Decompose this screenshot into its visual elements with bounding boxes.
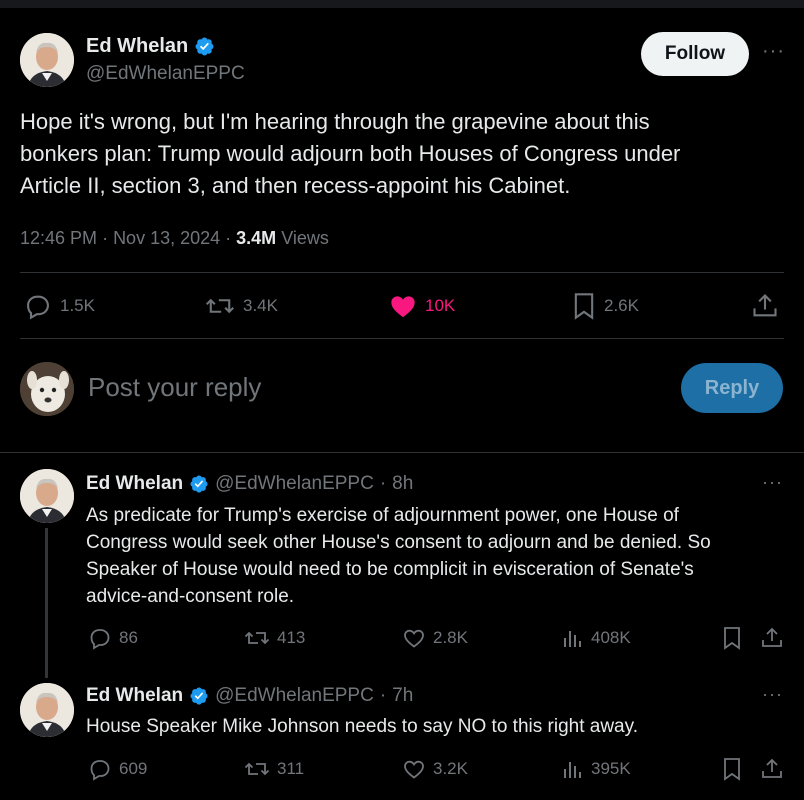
repost-action[interactable]: 311 (244, 757, 304, 781)
views-label: Views (281, 228, 329, 248)
reply-action[interactable]: 609 (88, 757, 147, 781)
repost-icon (244, 762, 270, 776)
more-icon[interactable]: ··· (762, 40, 785, 63)
current-user-avatar[interactable] (20, 362, 74, 416)
bookmark-action[interactable]: 2.6K (572, 292, 639, 320)
tweet-text-line: bonkers plan: Trump would adjourn both H… (20, 141, 681, 166)
tweet-text: Hope it's wrong, but I'm hearing through… (20, 106, 790, 202)
bookmark-count: 2.6K (604, 296, 639, 315)
reply-author-name[interactable]: Ed Whelan (86, 685, 183, 707)
bookmark-icon (724, 758, 740, 781)
bookmark-button[interactable] (722, 757, 742, 786)
reply-text: As predicate for Trump's exercise of adj… (86, 502, 786, 610)
share-icon (762, 627, 782, 647)
author-avatar[interactable] (20, 33, 74, 87)
heart-icon (404, 629, 424, 648)
repost-action[interactable]: 413 (244, 626, 305, 650)
tweet-time[interactable]: 12:46 PM (20, 228, 97, 248)
share-icon (762, 758, 782, 778)
bookmark-icon (724, 627, 740, 650)
more-icon[interactable]: ··· (762, 684, 783, 705)
reply-action[interactable]: 86 (88, 626, 138, 650)
views-icon (564, 631, 581, 647)
share-icon (753, 294, 777, 317)
verified-badge-icon (195, 37, 214, 55)
thread-line (45, 528, 48, 678)
reply-count: 609 (119, 759, 148, 778)
reply-icon (27, 295, 49, 320)
reply-text-line: As predicate for Trump's exercise of adj… (86, 505, 679, 526)
views-count: 408K (591, 628, 631, 647)
reply-count: 1.5K (60, 296, 95, 315)
author-name[interactable]: Ed Whelan (86, 35, 188, 58)
like-count: 2.8K (433, 628, 468, 647)
reply-author-handle[interactable]: @EdWhelanEPPC (215, 685, 374, 707)
reply-header: Ed Whelan @EdWhelanEPPC · 8h (86, 473, 414, 495)
repost-count: 413 (277, 628, 306, 647)
repost-icon (244, 631, 270, 645)
author-handle[interactable]: @EdWhelanEPPC (86, 63, 245, 85)
reply-text-line: House Speaker Mike Johnson needs to say … (86, 716, 638, 737)
reply-age[interactable]: 8h (392, 473, 413, 495)
like-action[interactable]: 3.2K (402, 757, 468, 781)
reply-icon (90, 760, 110, 781)
like-action[interactable]: 10K (389, 292, 455, 320)
reply-count: 86 (119, 628, 138, 647)
views-action[interactable]: 395K (562, 757, 631, 781)
bookmark-icon (574, 293, 594, 320)
like-action[interactable]: 2.8K (402, 626, 468, 650)
bookmark-button[interactable] (722, 626, 742, 655)
like-count: 3.2K (433, 759, 468, 778)
reply-avatar[interactable] (20, 469, 74, 523)
heart-icon (391, 296, 415, 318)
tweet-text-line: Article II, section 3, and then recess-a… (20, 173, 571, 198)
repost-count: 3.4K (243, 296, 278, 315)
follow-button[interactable]: Follow (641, 32, 749, 76)
reply-age[interactable]: 7h (392, 685, 413, 707)
heart-icon (404, 760, 424, 779)
reply-author-name[interactable]: Ed Whelan (86, 473, 183, 495)
more-icon[interactable]: ··· (762, 472, 783, 493)
share-button[interactable] (760, 626, 784, 655)
share-button[interactable] (760, 757, 784, 786)
reply-header: Ed Whelan @EdWhelanEPPC · 7h (86, 685, 414, 707)
share-button[interactable] (751, 292, 779, 325)
reply-icon (90, 629, 110, 650)
reply-author-handle[interactable]: @EdWhelanEPPC (215, 473, 374, 495)
verified-badge-icon (190, 475, 208, 493)
repost-count: 311 (277, 759, 305, 778)
repost-icon (205, 298, 235, 314)
like-count: 10K (425, 296, 456, 315)
reply-button[interactable]: Reply (681, 363, 783, 413)
verified-badge-icon (190, 687, 208, 705)
tweet-text-line: Hope it's wrong, but I'm hearing through… (20, 109, 650, 134)
views-count: 395K (591, 759, 631, 778)
divider (20, 338, 784, 339)
reply-text-line: advice-and-consent role. (86, 586, 295, 607)
reply-action[interactable]: 1.5K (24, 292, 95, 320)
reply-text-line: Speaker of House would need to be compli… (86, 559, 694, 580)
divider (0, 452, 804, 453)
repost-action[interactable]: 3.4K (205, 292, 278, 320)
reply-text: House Speaker Mike Johnson needs to say … (86, 713, 786, 740)
tweet-meta: 12:46 PM · Nov 13, 2024 · 3.4M Views (20, 228, 329, 248)
views-action[interactable]: 408K (562, 626, 631, 650)
divider (20, 272, 784, 273)
views-icon (564, 762, 581, 778)
reply-input[interactable]: Post your reply (88, 372, 261, 403)
views-count: 3.4M (236, 228, 277, 248)
reply-text-line: Congress would seek other House's consen… (86, 532, 711, 553)
top-bar (0, 0, 804, 8)
reply-avatar[interactable] (20, 683, 74, 737)
tweet-date[interactable]: Nov 13, 2024 (113, 228, 220, 248)
